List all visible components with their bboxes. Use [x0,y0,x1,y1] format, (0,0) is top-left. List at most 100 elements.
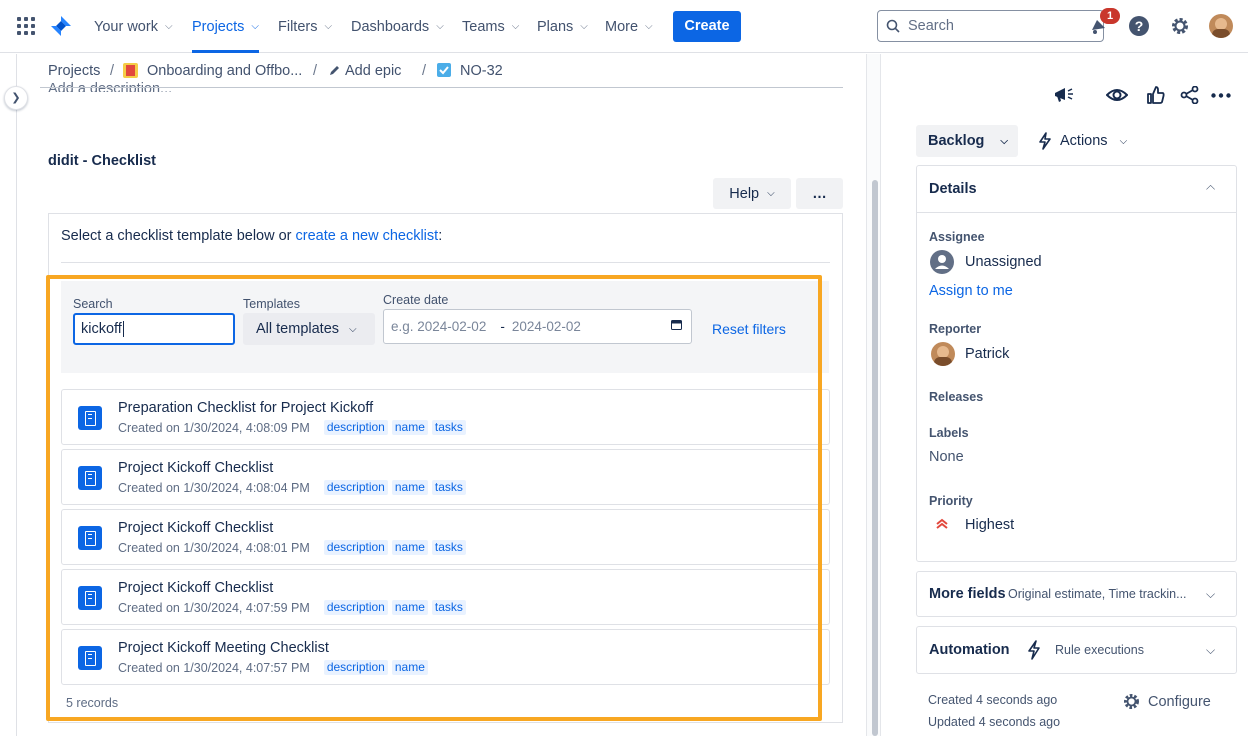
templates-select-value: All templates [256,321,340,337]
releases-label: Releases [929,390,984,404]
chevron-down-icon: ⌵ [767,188,775,199]
templates-filter-label: Templates [243,297,300,311]
nav-dashboards-label: Dashboards [351,18,430,35]
help-dropdown-button[interactable]: Help ⌵ [713,178,791,209]
breadcrumb-project[interactable]: Onboarding and Offbo... [147,62,302,80]
list-item[interactable]: Project Kickoff Checklist Created on 1/3… [61,509,830,565]
tag-description: description [323,540,388,555]
intro-prefix: Select a checklist template below or [61,228,296,244]
chevron-down-icon: ⌵ [580,20,588,32]
notification-badge: 1 [1100,8,1120,24]
date-to-placeholder: 2024-02-02 [511,319,581,334]
tag-tasks: tasks [431,480,466,495]
list-item[interactable]: Project Kickoff Checklist Created on 1/3… [61,449,830,505]
nav-more[interactable]: More ⌵ [605,0,653,53]
nav-projects[interactable]: Projects ⌵ [192,0,259,53]
chevron-down-icon: ⌵ [1000,135,1009,147]
project-avatar-icon [123,63,138,78]
create-date-label: Create date [383,293,449,307]
nav-filters[interactable]: Filters ⌵ [278,0,332,53]
breadcrumb-projects[interactable]: Projects [48,62,100,80]
template-search-input[interactable]: kickoff [73,313,235,345]
chevron-down-icon: ⌵ [164,20,173,32]
list-item[interactable]: Project Kickoff Meeting Checklist Create… [61,629,830,685]
jira-logo-icon[interactable] [50,15,72,37]
labels-label: Labels [929,426,969,440]
help-icon[interactable]: ? [1128,15,1150,37]
chevron-down-icon: ⌵ [349,323,357,335]
breadcrumb-separator: / [313,63,318,79]
reset-filters-link[interactable]: Reset filters [712,321,786,337]
list-item[interactable]: Preparation Checklist for Project Kickof… [61,389,830,445]
nav-teams[interactable]: Teams ⌵ [462,0,519,53]
description-placeholder[interactable]: Add a description... [48,80,172,92]
reporter-value[interactable]: Patrick [965,346,1009,362]
nav-plans[interactable]: Plans ⌵ [537,0,588,53]
nav-dashboards[interactable]: Dashboards ⌵ [351,0,444,53]
reporter-avatar [931,342,955,366]
template-title: Project Kickoff Checklist [118,520,274,536]
configure-label: Configure [1148,693,1211,710]
expand-sidebar-button[interactable]: ❯ [4,86,28,110]
nav-more-label: More [605,18,639,35]
intro-text: Select a checklist template below or cre… [61,228,442,244]
priority-label: Priority [929,494,973,508]
templates-select[interactable]: All templates ⌵ [243,313,375,345]
template-title: Preparation Checklist for Project Kickof… [118,400,374,416]
tag-name: name [391,600,428,615]
tag-description: description [323,420,388,435]
checklist-template-icon [78,646,102,670]
user-avatar[interactable] [1209,14,1233,38]
divider [40,87,843,88]
labels-value[interactable]: None [929,449,964,465]
template-meta: Created on 1/30/2024, 4:07:57 PM descrip… [118,660,428,675]
tag-name: name [391,420,428,435]
status-backlog-button[interactable]: Backlog ⌵ [916,125,1018,157]
assignee-label: Assignee [929,230,985,244]
chevron-down-icon: ⌵ [1119,135,1128,147]
breadcrumb-add-epic[interactable]: Add epic [345,62,401,80]
automation-title: Automation [929,642,1010,658]
app-switcher-icon[interactable] [17,17,35,35]
like-thumbs-up-icon[interactable] [1146,85,1166,105]
create-date-range-input[interactable]: e.g. 2024-02-02 - 2024-02-02 [383,309,692,344]
tag-description: description [323,480,388,495]
chevron-right-icon: ❯ [11,92,21,104]
more-actions-icon[interactable] [1211,93,1231,98]
chevron-up-icon[interactable]: ⌵ [1206,181,1215,196]
configure-button[interactable]: Configure [1122,692,1211,711]
details-title[interactable]: Details [929,181,977,197]
calendar-icon[interactable] [671,319,682,330]
chevron-down-icon[interactable]: ⌵ [1206,643,1215,658]
updated-timestamp: Updated 4 seconds ago [928,715,1061,729]
divider [916,212,1237,213]
settings-gear-icon[interactable] [1169,15,1191,37]
breadcrumb-issue-key[interactable]: NO-32 [460,62,503,80]
checklist-template-icon [78,406,102,430]
priority-value[interactable]: Highest [965,517,1014,533]
template-created: Created on 1/30/2024, 4:08:01 PM [118,540,310,555]
feedback-megaphone-icon[interactable] [1053,85,1075,105]
tag-tasks: tasks [431,600,466,615]
checklist-template-icon [78,466,102,490]
svg-text:?: ? [1135,18,1144,34]
global-search-input[interactable]: Search [877,10,1104,42]
assign-to-me-link[interactable]: Assign to me [929,283,1013,299]
create-new-checklist-link[interactable]: create a new checklist [296,228,439,244]
more-fields-subtitle: Original estimate, Time trackin... [1008,587,1187,601]
share-icon[interactable] [1180,86,1199,104]
more-options-button[interactable]: … [796,178,843,209]
chevron-down-icon[interactable]: ⌵ [1206,587,1215,602]
rule-executions-label: Rule executions [1055,643,1144,657]
actions-button[interactable]: Actions ⌵ [1038,132,1127,150]
scrollbar-thumb[interactable] [872,180,878,736]
watch-eye-icon[interactable] [1106,86,1128,104]
checklist-section-title: didit - Checklist [48,153,156,169]
create-button[interactable]: Create [673,11,741,42]
created-timestamp: Created 4 seconds ago [928,693,1058,707]
nav-your-work[interactable]: Your work ⌵ [94,0,173,53]
date-from-placeholder: e.g. 2024-02-02 [391,319,487,334]
list-item[interactable]: Project Kickoff Checklist Created on 1/3… [61,569,830,625]
assignee-value[interactable]: Unassigned [965,254,1042,270]
chevron-down-icon: ⌵ [436,20,444,32]
